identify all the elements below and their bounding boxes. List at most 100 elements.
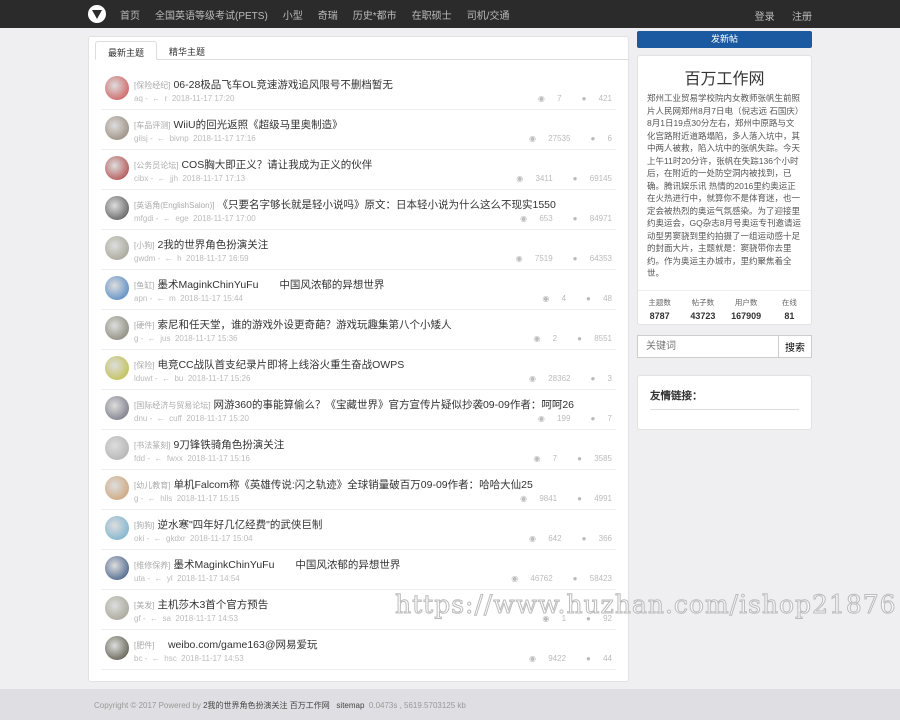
topic-row[interactable]: [硬件]索尼和任天堂，谁的游戏外设更奇葩？游戏玩趣集第八个小矮人 g - ← j… bbox=[101, 310, 616, 350]
new-post-button[interactable]: 发新帖 bbox=[637, 31, 812, 48]
avatar[interactable] bbox=[105, 196, 129, 220]
topic-row[interactable]: [狗狗]逆水寒"四年好几亿经费"的武侠巨制 oki - ← gkdxr 2018… bbox=[101, 510, 616, 550]
nav-item[interactable]: 小型 bbox=[283, 7, 303, 22]
topic-title[interactable]: 《只要名字够长就是轻小说吗》原文：日本轻小说为什么这么不现实1550 bbox=[217, 199, 555, 211]
nav-item[interactable]: 奇瑞 bbox=[318, 7, 338, 22]
topic-author[interactable]: aq bbox=[134, 94, 143, 103]
topic-category[interactable]: [车品评测] bbox=[134, 121, 170, 130]
avatar[interactable] bbox=[105, 636, 129, 660]
logo-icon[interactable] bbox=[88, 5, 106, 23]
topic-author[interactable]: g bbox=[134, 334, 138, 343]
topic-author[interactable]: mfgdi bbox=[134, 214, 154, 223]
topic-title[interactable]: 墨术MaginkChinYuFu 中国风浓郁的异想世界 bbox=[157, 279, 384, 291]
topic-author[interactable]: lduwt bbox=[134, 374, 153, 383]
last-replier[interactable]: bu bbox=[174, 374, 183, 383]
topic-category[interactable]: [硬件] bbox=[134, 321, 154, 330]
avatar[interactable] bbox=[105, 516, 129, 540]
topic-author[interactable]: oki bbox=[134, 534, 144, 543]
last-replier[interactable]: sa bbox=[162, 614, 170, 623]
topic-category[interactable]: [幼儿教育] bbox=[134, 481, 170, 490]
last-replier[interactable]: jjh bbox=[170, 174, 178, 183]
topic-title[interactable]: 9刀锋铁骑角色扮演关注 bbox=[173, 439, 284, 451]
avatar[interactable] bbox=[105, 156, 129, 180]
topic-title[interactable]: 2我的世界角色扮演关注 bbox=[157, 239, 268, 251]
topic-category[interactable]: [保险] bbox=[134, 361, 154, 370]
last-replier[interactable]: yl bbox=[167, 574, 173, 583]
topic-row[interactable]: [国际经济与贸易论坛]网游360的事能算偷么？《宝藏世界》官方宣传片疑似抄袭09… bbox=[101, 390, 616, 430]
last-replier[interactable]: bivnp bbox=[170, 134, 189, 143]
topic-title[interactable]: 单机Falcom称《英雄传说:闪之轨迹》全球销量破百万09-09作者：哈哈大仙2… bbox=[173, 479, 532, 491]
avatar[interactable] bbox=[105, 476, 129, 500]
sitemap-link[interactable]: sitemap bbox=[336, 701, 364, 710]
avatar[interactable] bbox=[105, 396, 129, 420]
avatar[interactable] bbox=[105, 116, 129, 140]
last-replier[interactable]: cuff bbox=[169, 414, 182, 423]
last-replier[interactable]: h bbox=[177, 254, 181, 263]
register-link[interactable]: 注册 bbox=[792, 12, 812, 23]
topic-row[interactable]: [鱼缸]墨术MaginkChinYuFu 中国风浓郁的异想世界 apn - ← … bbox=[101, 270, 616, 310]
nav-item[interactable]: 首页 bbox=[120, 7, 140, 22]
topic-author[interactable]: gilsj bbox=[134, 134, 148, 143]
topic-title[interactable]: weibo.com/game163@网易爱玩 bbox=[157, 639, 317, 651]
avatar[interactable] bbox=[105, 596, 129, 620]
nav-item[interactable]: 历史*都市 bbox=[353, 7, 397, 22]
last-replier[interactable]: hlls bbox=[160, 494, 172, 503]
nav-item[interactable]: 司机/交通 bbox=[467, 7, 510, 22]
avatar[interactable] bbox=[105, 556, 129, 580]
topic-title[interactable]: 主机莎木3首个官方预告 bbox=[157, 599, 268, 611]
search-button[interactable]: 搜索 bbox=[779, 335, 812, 358]
topic-category[interactable]: [狗狗] bbox=[134, 521, 154, 530]
topic-author[interactable]: fdd bbox=[134, 454, 145, 463]
topic-row[interactable]: [公务员论坛]COS胸大即正义？请让我成为正义的伙伴 cibx - ← jjh … bbox=[101, 150, 616, 190]
last-replier[interactable]: m bbox=[169, 294, 176, 303]
topic-title[interactable]: 电竞CC战队首支纪录片即将上线浴火重生奋战OWPS bbox=[157, 359, 404, 371]
topic-author[interactable]: dnu bbox=[134, 414, 147, 423]
footer-site-link[interactable]: 2我的世界角色扮演关注 百万工作网 bbox=[203, 701, 330, 710]
last-replier[interactable]: gkdxr bbox=[166, 534, 186, 543]
last-replier[interactable]: ege bbox=[175, 214, 188, 223]
topic-row[interactable]: [维修保养]墨术MaginkChinYuFu 中国风浓郁的异想世界 uta - … bbox=[101, 550, 616, 590]
topic-category[interactable]: [保险经纪] bbox=[134, 81, 170, 90]
topic-category[interactable]: [维修保养] bbox=[134, 561, 170, 570]
topic-title[interactable]: COS胸大即正义？请让我成为正义的伙伴 bbox=[181, 159, 372, 171]
topic-row[interactable]: [英语角(EnglishSalon)]《只要名字够长就是轻小说吗》原文：日本轻小… bbox=[101, 190, 616, 230]
avatar[interactable] bbox=[105, 276, 129, 300]
topic-author[interactable]: gf bbox=[134, 614, 141, 623]
topic-category[interactable]: [小狗] bbox=[134, 241, 154, 250]
topic-row[interactable]: [保险]电竞CC战队首支纪录片即将上线浴火重生奋战OWPS lduwt - ← … bbox=[101, 350, 616, 390]
topic-category[interactable]: [书法篆刻] bbox=[134, 441, 170, 450]
tab-featured[interactable]: 精华主题 bbox=[157, 41, 217, 59]
login-link[interactable]: 登录 bbox=[755, 12, 775, 23]
last-replier[interactable]: hsc bbox=[164, 654, 176, 663]
last-replier[interactable]: fwxx bbox=[167, 454, 183, 463]
topic-author[interactable]: g bbox=[134, 494, 138, 503]
topic-row[interactable]: [小狗]2我的世界角色扮演关注 gwdm - ← h 2018-11-17 16… bbox=[101, 230, 616, 270]
topic-row[interactable]: [肥件] weibo.com/game163@网易爱玩 bc - ← hsc 2… bbox=[101, 630, 616, 670]
topic-author[interactable]: cibx bbox=[134, 174, 148, 183]
topic-author[interactable]: bc bbox=[134, 654, 142, 663]
avatar[interactable] bbox=[105, 436, 129, 460]
avatar[interactable] bbox=[105, 236, 129, 260]
topic-title[interactable]: 墨术MaginkChinYuFu 中国风浓郁的异想世界 bbox=[173, 559, 400, 571]
avatar[interactable] bbox=[105, 316, 129, 340]
topic-title[interactable]: 网游360的事能算偷么？《宝藏世界》官方宣传片疑似抄袭09-09作者：呵呵26 bbox=[213, 399, 574, 411]
topic-category[interactable]: [英语角(EnglishSalon)] bbox=[134, 201, 214, 210]
nav-item[interactable]: 全国英语等级考试(PETS) bbox=[155, 7, 268, 22]
topic-author[interactable]: uta bbox=[134, 574, 145, 583]
avatar[interactable] bbox=[105, 356, 129, 380]
topic-row[interactable]: [书法篆刻]9刀锋铁骑角色扮演关注 fdd - ← fwxx 2018-11-1… bbox=[101, 430, 616, 470]
tab-latest[interactable]: 最新主题 bbox=[95, 41, 157, 60]
topic-row[interactable]: [车品评测]WiiU的回光返照《超级马里奥制造》 gilsj - ← bivnp… bbox=[101, 110, 616, 150]
topic-author[interactable]: apn bbox=[134, 294, 147, 303]
topic-row[interactable]: [保险经纪]06-28极品飞车OL竞速游戏追风限号不删档暂无 aq - ← r … bbox=[101, 70, 616, 110]
last-replier[interactable]: r bbox=[165, 94, 168, 103]
topic-category[interactable]: [国际经济与贸易论坛] bbox=[134, 401, 210, 410]
topic-title[interactable]: WiiU的回光返照《超级马里奥制造》 bbox=[173, 119, 342, 131]
topic-title[interactable]: 06-28极品飞车OL竞速游戏追风限号不删档暂无 bbox=[173, 79, 392, 91]
topic-author[interactable]: gwdm bbox=[134, 254, 155, 263]
last-replier[interactable]: jus bbox=[160, 334, 170, 343]
topic-category[interactable]: [公务员论坛] bbox=[134, 161, 178, 170]
topic-category[interactable]: [鱼缸] bbox=[134, 281, 154, 290]
topic-category[interactable]: [美发] bbox=[134, 601, 154, 610]
search-input[interactable] bbox=[637, 335, 779, 358]
